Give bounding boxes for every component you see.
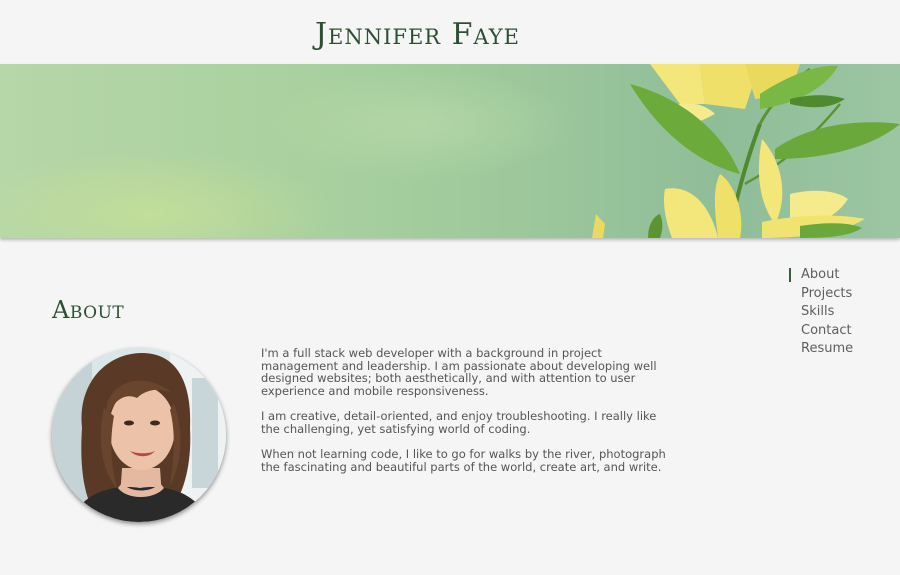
about-heading: About — [52, 296, 125, 324]
nav-item-about[interactable]: About — [789, 266, 853, 285]
bio-paragraph: I'm a full stack web developer with a ba… — [261, 346, 657, 398]
nav-item-resume[interactable]: Resume — [789, 340, 853, 359]
site-title[interactable]: Jennifer Faye — [315, 18, 520, 52]
hero-banner — [0, 64, 900, 238]
profile-photo — [52, 348, 226, 522]
nav-item-projects[interactable]: Projects — [789, 285, 853, 304]
about-bio: I'm a full stack web developer with a ba… — [261, 347, 671, 486]
side-nav: About Projects Skills Contact Resume — [789, 266, 853, 359]
bio-paragraph: When not learning code, I like to go for… — [261, 447, 666, 474]
hero-flower-image — [592, 64, 900, 238]
site-header: Jennifer Faye — [0, 0, 900, 64]
bio-paragraph: I am creative, detail-oriented, and enjo… — [261, 409, 657, 436]
nav-item-contact[interactable]: Contact — [789, 322, 853, 341]
profile-photo-image — [52, 348, 226, 522]
nav-item-skills[interactable]: Skills — [789, 303, 853, 322]
